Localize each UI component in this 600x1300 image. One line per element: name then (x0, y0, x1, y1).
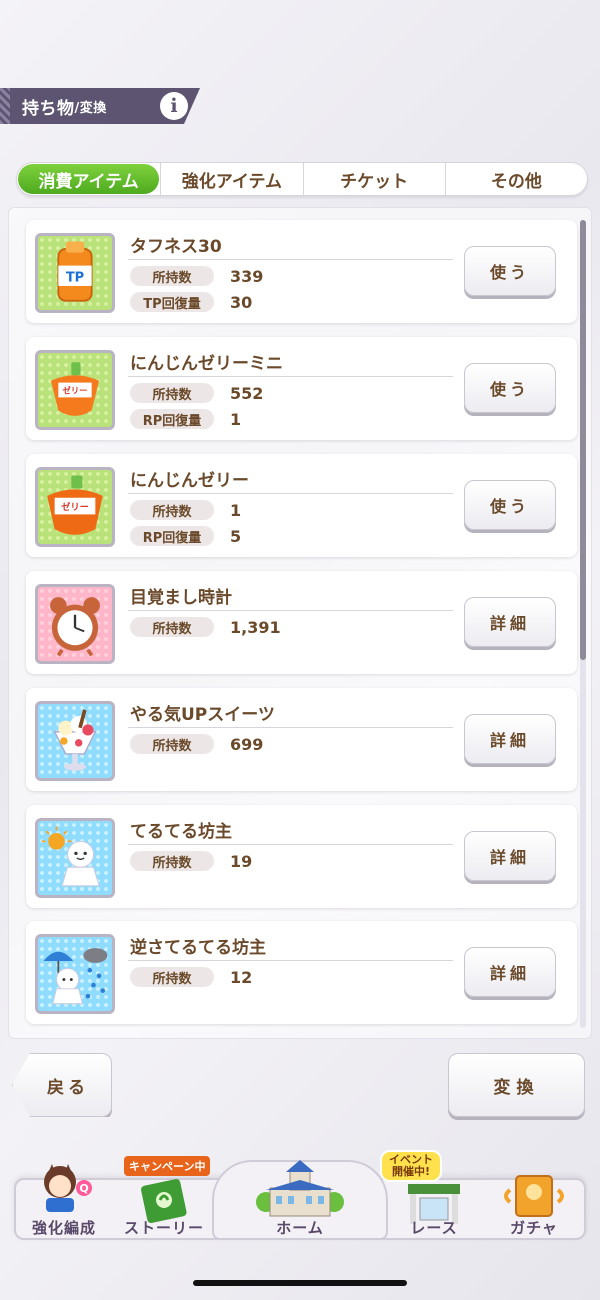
convert-button[interactable]: 変換 (448, 1053, 585, 1117)
home-indicator[interactable] (193, 1280, 407, 1286)
parfait-icon (35, 701, 115, 781)
stat-label: RP回復量 (130, 409, 214, 429)
page-title-sub: /変換 (74, 100, 107, 116)
nav-home[interactable]: ホーム (250, 1150, 350, 1242)
stat-label: 所持数 (130, 851, 214, 871)
list-item: TP タフネス30 所持数 339 TP回復量 30 使う (26, 220, 577, 323)
use-button[interactable]: 使う (464, 480, 556, 530)
tab-tickets[interactable]: チケット (302, 163, 445, 195)
stat-label: 所持数 (130, 617, 214, 637)
stat-value: 12 (230, 967, 253, 987)
page-title-main: 持ち物 (22, 98, 75, 119)
tp-bottle-icon: TP (35, 233, 115, 313)
svg-text:TP: TP (66, 270, 84, 285)
stat-value: 30 (230, 292, 253, 312)
stat-value: 339 (230, 266, 264, 286)
stat-value: 19 (230, 851, 253, 871)
divider (128, 493, 453, 494)
item-name: やる気UPスイーツ (130, 705, 275, 725)
stat-value: 1 (230, 500, 242, 520)
upside-down-teru-teru-bozu-icon (35, 934, 115, 1014)
teru-teru-bozu-icon (35, 818, 115, 898)
item-name: 逆さてるてる坊主 (130, 938, 266, 958)
tab-enhancement-items[interactable]: 強化アイテム (160, 163, 302, 195)
svg-text:ゼリー: ゼリー (63, 386, 88, 396)
scrollbar[interactable] (580, 220, 586, 1028)
list-item: 目覚まし時計 所持数 1,391 詳細 (26, 571, 577, 674)
nav-gacha[interactable]: ガチャ (484, 1150, 584, 1242)
stat-label: 所持数 (130, 500, 214, 520)
divider (128, 844, 453, 845)
character-icon: Q (44, 1164, 92, 1212)
use-button[interactable]: 使う (464, 246, 556, 296)
nav-label: ガチャ (510, 1219, 558, 1237)
list-item: てるてる坊主 所持数 19 詳細 (26, 805, 577, 908)
item-name: タフネス30 (130, 237, 222, 257)
details-button[interactable]: 詳細 (464, 714, 556, 764)
category-tabs: 消費アイテム 強化アイテム チケット その他 (16, 162, 588, 196)
svg-text:ゼリー: ゼリー (61, 501, 89, 513)
stat-label: 所持数 (130, 967, 214, 987)
divider (128, 727, 453, 728)
details-button[interactable]: 詳細 (464, 831, 556, 881)
alarm-clock-icon (35, 584, 115, 664)
gacha-icon (504, 1175, 564, 1217)
tab-others[interactable]: その他 (444, 163, 587, 195)
carrot-jelly-icon: ゼリー (35, 467, 115, 547)
carrot-jelly-mini-icon: ゼリー (35, 350, 115, 430)
stat-value: 1,391 (230, 617, 281, 637)
nav-story[interactable]: キャンペーン中 ストーリー (114, 1150, 214, 1242)
stat-label: RP回復量 (130, 526, 214, 546)
stat-label: 所持数 (130, 734, 214, 754)
scrollbar-thumb[interactable] (580, 220, 586, 660)
home-building-icon (256, 1160, 344, 1217)
details-button[interactable]: 詳細 (464, 947, 556, 997)
nav-enhance-formation[interactable]: Q 強化編成 (14, 1150, 114, 1242)
list-item: ゼリー にんじんゼリーミニ 所持数 552 RP回復量 1 使う (26, 337, 577, 440)
nav-label: レース (410, 1219, 458, 1237)
stat-label: TP回復量 (130, 292, 214, 312)
info-icon[interactable]: i (160, 92, 188, 120)
list-item: やる気UPスイーツ 所持数 699 詳細 (26, 688, 577, 791)
list-item: ゼリー にんじんゼリー 所持数 1 RP回復量 5 使う (26, 454, 577, 557)
stat-value: 552 (230, 383, 264, 403)
campaign-badge: キャンペーン中 (124, 1156, 211, 1176)
nav-label: ホーム (276, 1219, 324, 1237)
details-button[interactable]: 詳細 (464, 597, 556, 647)
divider (128, 610, 453, 611)
use-button[interactable]: 使う (464, 363, 556, 413)
stat-label: 所持数 (130, 266, 214, 286)
item-name: てるてる坊主 (130, 822, 232, 842)
back-button[interactable]: 戻る (12, 1053, 112, 1117)
stat-value: 5 (230, 526, 242, 546)
divider (128, 960, 453, 961)
divider (128, 376, 453, 377)
nav-label: ストーリー (123, 1219, 204, 1237)
stat-label: 所持数 (130, 383, 214, 403)
svg-text:Q: Q (79, 1182, 88, 1195)
nav-label: 強化編成 (31, 1219, 96, 1237)
item-name: にんじんゼリー (130, 471, 249, 491)
divider (128, 259, 453, 260)
stat-value: 699 (230, 734, 264, 754)
item-name: 目覚まし時計 (130, 588, 232, 608)
nav-race[interactable]: イベント開催中! レース (380, 1150, 484, 1242)
stat-value: 1 (230, 409, 242, 429)
tab-consumable-items[interactable]: 消費アイテム (18, 164, 160, 194)
list-item: 逆さてるてる坊主 所持数 12 詳細 (26, 921, 577, 1024)
item-name: にんじんゼリーミニ (130, 354, 283, 374)
